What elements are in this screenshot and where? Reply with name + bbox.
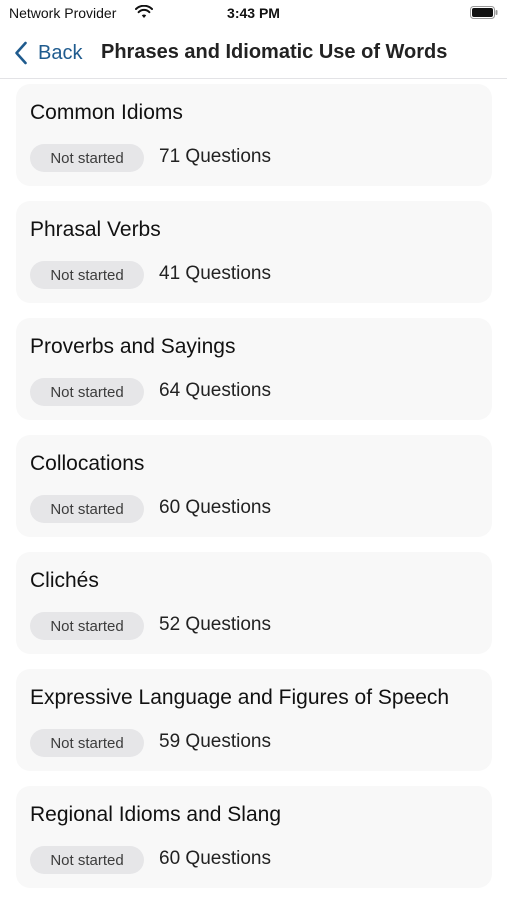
topic-card[interactable]: Expressive Language and Figures of Speec… [16, 669, 492, 771]
topic-card[interactable]: Common Idioms Not started 71 Questions [16, 84, 492, 186]
topic-card[interactable]: Collocations Not started 60 Questions [16, 435, 492, 537]
status-badge: Not started [30, 261, 144, 289]
topic-title: Collocations [30, 452, 145, 475]
back-button[interactable]: Back [14, 38, 82, 68]
topic-card[interactable]: Regional Idioms and Slang Not started 60… [16, 786, 492, 888]
question-count: 64 Questions [159, 380, 271, 401]
status-time: 3:43 PM [227, 5, 280, 21]
topic-title: Phrasal Verbs [30, 218, 161, 241]
question-count: 60 Questions [159, 848, 271, 869]
page-title: Phrases and Idiomatic Use of Words [101, 41, 448, 63]
chevron-left-icon [15, 41, 27, 65]
topic-title: Regional Idioms and Slang [30, 803, 281, 826]
topic-title: Proverbs and Sayings [30, 335, 236, 358]
status-badge: Not started [30, 495, 144, 523]
question-count: 59 Questions [159, 731, 271, 752]
topic-title: Common Idioms [30, 101, 183, 124]
navigation-bar: Back Phrases and Idiomatic Use of Words [0, 28, 507, 79]
topic-title: Clichés [30, 569, 99, 592]
status-badge: Not started [30, 846, 144, 874]
status-bar: Network Provider 3:43 PM [0, 0, 507, 28]
question-count: 71 Questions [159, 146, 271, 167]
topic-card[interactable]: Proverbs and Sayings Not started 64 Ques… [16, 318, 492, 420]
topic-title: Expressive Language and Figures of Speec… [30, 686, 450, 709]
topic-card[interactable]: Clichés Not started 52 Questions [16, 552, 492, 654]
question-count: 41 Questions [159, 263, 271, 284]
status-badge: Not started [30, 144, 144, 172]
status-badge: Not started [30, 378, 144, 406]
topic-card[interactable]: Phrasal Verbs Not started 41 Questions [16, 201, 492, 303]
back-label: Back [38, 41, 83, 64]
status-badge: Not started [30, 612, 144, 640]
question-count: 60 Questions [159, 497, 271, 518]
battery-icon [470, 6, 498, 19]
status-badge: Not started [30, 729, 144, 757]
question-count: 52 Questions [159, 614, 271, 635]
